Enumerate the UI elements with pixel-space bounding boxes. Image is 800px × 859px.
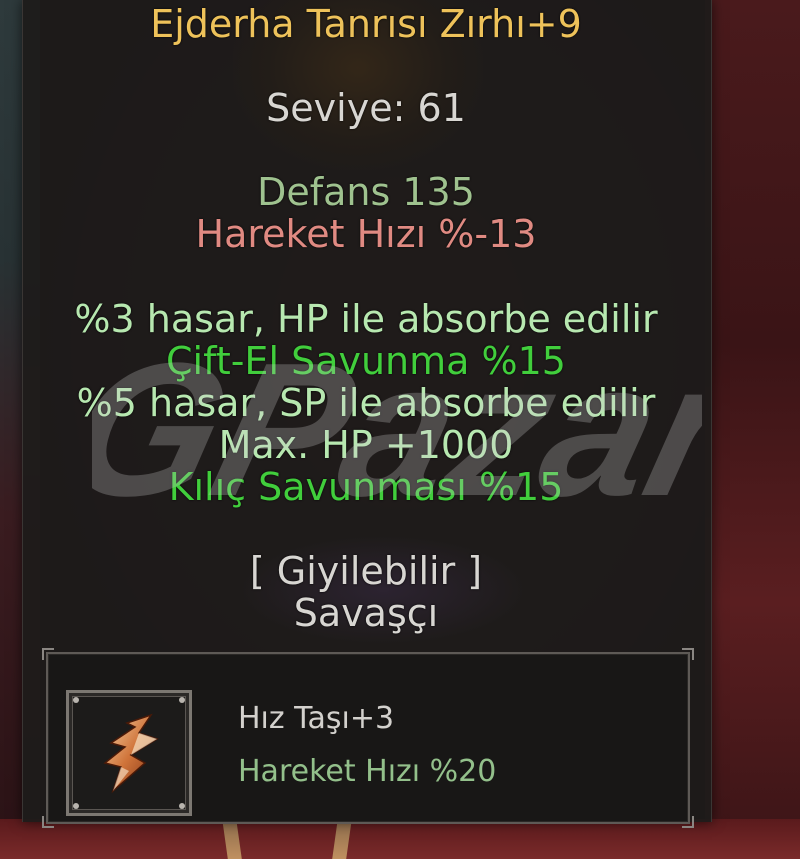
item-level: Seviye: 61: [266, 86, 466, 130]
speed-stone-icon: [103, 713, 159, 794]
bonus-max-hp: Max. HP +1000: [218, 423, 514, 467]
character-legs: [222, 819, 375, 859]
bonus-two-hand-defense: Çift-El Savunma %15: [166, 339, 566, 383]
stone-name: Hız Taşı+3: [238, 701, 395, 736]
frame-corner: [682, 648, 694, 660]
item-name: Ejderha Tanrısı Zırhı+9: [150, 2, 582, 46]
frame-corner: [682, 816, 694, 828]
socket-panel: Hız Taşı+3 Hareket Hızı %20: [42, 648, 694, 828]
background-floor: [0, 819, 800, 859]
move-speed-penalty: Hareket Hızı %-13: [195, 212, 537, 256]
class-label: Savaşçı: [293, 591, 439, 635]
wearable-label: [ Giyilebilir ]: [249, 549, 483, 593]
defense-stat: Defans 135: [257, 170, 475, 214]
bonus-sword-defense: Kılıç Savunması %15: [168, 465, 564, 509]
background-right: [705, 0, 800, 859]
bonus-sp-absorb: %5 hasar, SP ile absorbe edilir: [76, 381, 656, 425]
frame-corner: [42, 816, 54, 828]
frame-corner: [42, 648, 54, 660]
stone-stat: Hareket Hızı %20: [238, 754, 497, 789]
bonus-hp-absorb: %3 hasar, HP ile absorbe edilir: [74, 297, 658, 341]
stone-slot[interactable]: [66, 690, 192, 816]
